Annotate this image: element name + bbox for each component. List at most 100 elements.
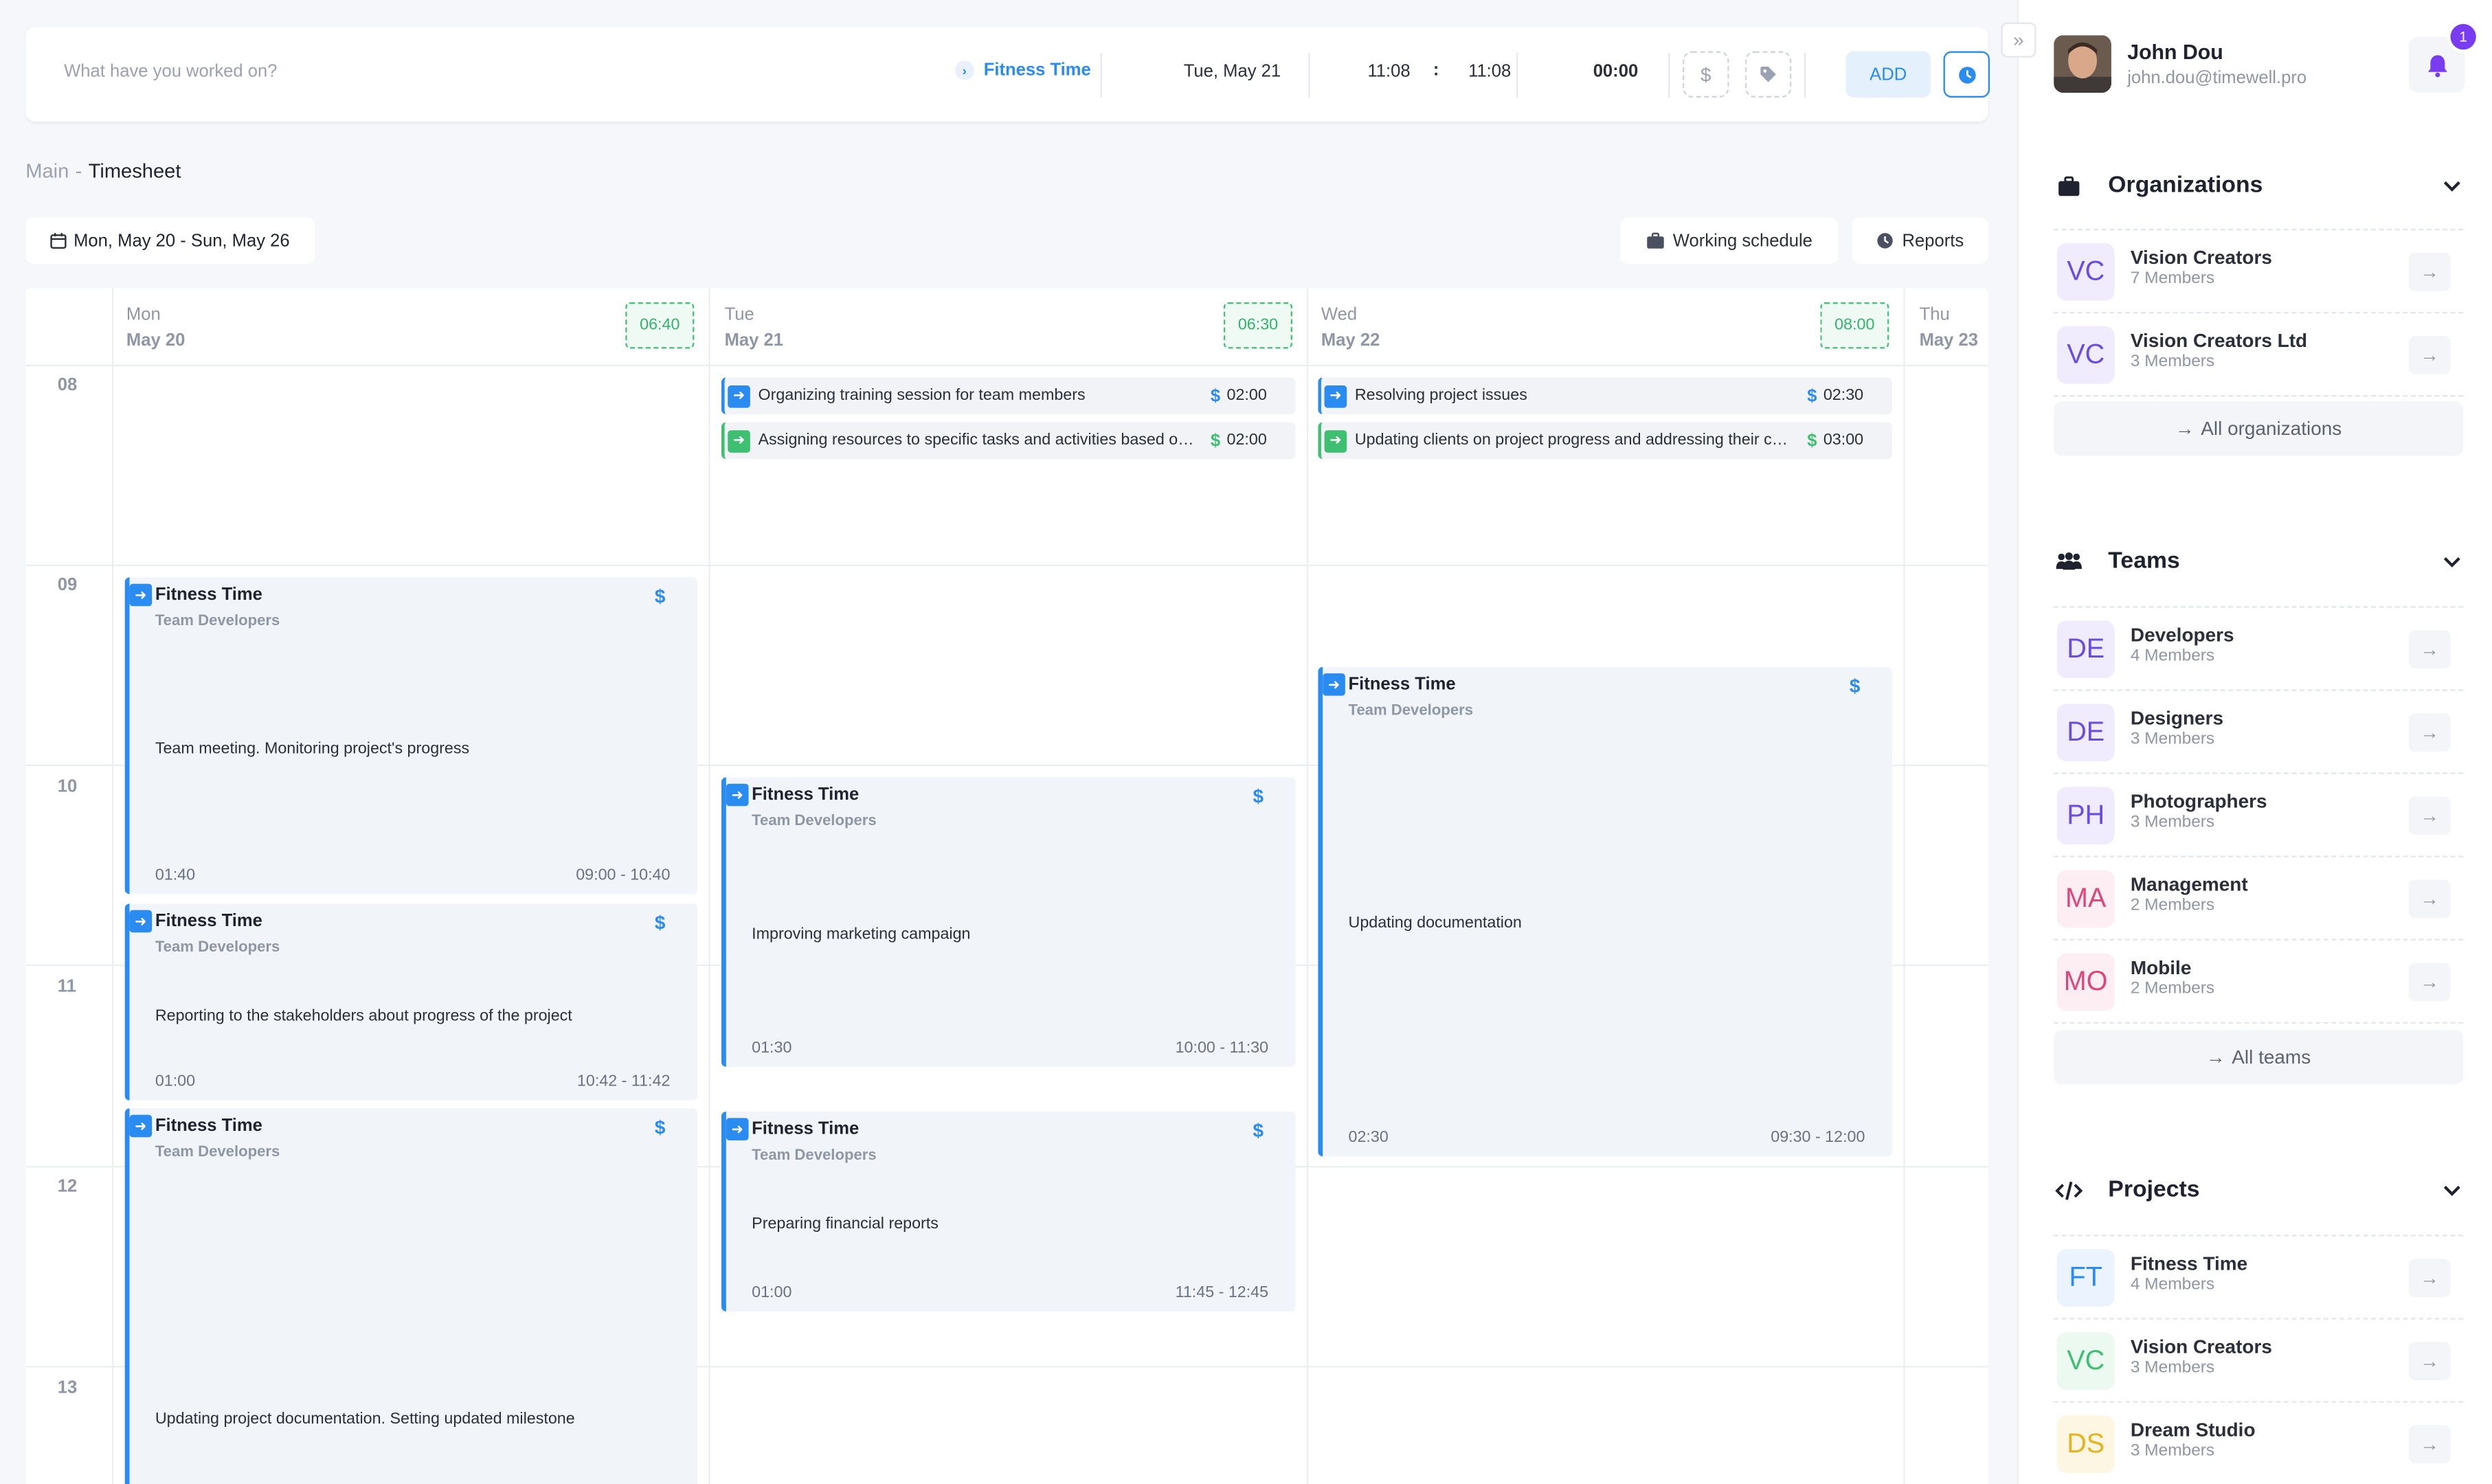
section-title: Projects <box>2108 1177 2200 1203</box>
arrow-right-icon[interactable]: → <box>2408 1342 2451 1381</box>
avatar[interactable] <box>2054 35 2111 93</box>
arrow-right-icon[interactable]: → <box>2408 796 2451 835</box>
breadcrumb: Main - Timesheet <box>25 160 181 183</box>
briefcase-icon <box>1646 232 1664 249</box>
initials-avatar: DS <box>2056 1415 2115 1474</box>
grid-line <box>708 288 710 1484</box>
member-count: 3 Members <box>2130 352 2215 372</box>
double-chevron-right-icon: » <box>2013 28 2024 52</box>
reports-label: Reports <box>1902 231 1964 251</box>
timer-mode-button[interactable] <box>1943 51 1990 98</box>
time-entry-block[interactable]: ➜ Fitness Time Team Developers $ Updatin… <box>1318 666 1893 1157</box>
day-date: May 21 <box>724 330 784 350</box>
chevron-down-icon <box>2443 556 2460 567</box>
project-item[interactable]: DS Dream Studio 3 Members → <box>2054 1403 2463 1484</box>
entry-duration: 02:00 <box>1226 431 1267 450</box>
day-date: May 20 <box>126 330 186 350</box>
team-item[interactable]: MO Mobile 2 Members → <box>2054 941 2464 1024</box>
day-date: May 23 <box>1919 330 1979 350</box>
member-count: 3 Members <box>2130 1358 2215 1378</box>
member-count: 2 Members <box>2130 895 2215 915</box>
entry-description: Updating documentation <box>1348 914 1522 933</box>
time-entry-block[interactable]: ➜ Fitness Time Team Developers $ Improvi… <box>721 777 1296 1067</box>
project-selector[interactable]: › Fitness Time <box>954 60 1091 80</box>
entry-description: Preparing financial reports <box>752 1215 939 1233</box>
arrow-right-icon[interactable]: → <box>2408 252 2451 291</box>
collapse-sidebar-button[interactable]: » <box>2001 22 2036 58</box>
arrow-right-icon[interactable]: → <box>2408 713 2451 752</box>
all-teams-button[interactable]: → All teams <box>2054 1030 2464 1085</box>
dollar-icon: $ <box>1253 1119 1264 1143</box>
time-entry-block[interactable]: ➜ Fitness Time Team Developers $ Updatin… <box>124 1108 698 1484</box>
arrow-right-icon[interactable]: → <box>2408 335 2451 374</box>
organizations-header[interactable]: Organizations <box>2054 166 2463 205</box>
date-picker[interactable]: Tue, May 21 <box>1184 63 1281 82</box>
section-title: Teams <box>2108 548 2180 574</box>
arrow-right-icon[interactable]: → <box>2408 630 2451 669</box>
start-time-input[interactable]: 11:08 <box>1367 63 1410 82</box>
grid-line <box>25 364 1988 367</box>
time-entry-pill[interactable]: ➜ Updating clients on project progress a… <box>1318 422 1893 460</box>
all-organizations-button[interactable]: → All organizations <box>2054 401 2464 456</box>
time-entry-pill[interactable]: ➜ Resolving project issues $ 02:30 <box>1318 377 1893 414</box>
time-entry-block[interactable]: ➜ Fitness Time Team Developers $ Team me… <box>124 577 698 895</box>
time-entry-pill[interactable]: ➜ Organizing training session for team m… <box>721 377 1296 414</box>
notification-count-badge: 1 <box>2447 21 2480 53</box>
day-total-badge: 06:40 <box>625 302 695 349</box>
right-sidebar: John Dou john.dou@timewell.pro 1 Organiz… <box>2017 0 2492 1484</box>
arrow-right-icon[interactable]: → <box>2408 1259 2451 1298</box>
arrow-right-icon: ➜ <box>129 1114 153 1138</box>
user-name: John Dou <box>2127 40 2223 65</box>
working-schedule-label: Working schedule <box>1672 231 1812 251</box>
chevron-down-icon <box>2443 1185 2460 1196</box>
date-range-picker[interactable]: Mon, May 20 - Sun, May 26 <box>25 217 315 265</box>
team-item[interactable]: PH Photographers 3 Members → <box>2054 774 2464 857</box>
end-time-input[interactable]: 11:08 <box>1468 63 1511 82</box>
project-item[interactable]: VC Vision Creators 3 Members → <box>2054 1320 2464 1403</box>
organization-item[interactable]: VC Vision Creators Ltd 3 Members → <box>2054 313 2464 397</box>
time-separator: : <box>1433 60 1439 80</box>
arrow-right-icon[interactable]: → <box>2408 963 2451 1002</box>
dollar-icon: $ <box>1807 431 1817 451</box>
arrow-right-icon[interactable]: → <box>2408 879 2451 919</box>
teams-header[interactable]: Teams <box>2054 542 2463 581</box>
member-count: 3 Members <box>2130 729 2215 749</box>
organization-item[interactable]: VC Vision Creators 7 Members → <box>2054 230 2464 314</box>
add-button[interactable]: ADD <box>1845 51 1931 98</box>
divider <box>1100 52 1102 98</box>
arrow-right-icon: ➜ <box>1324 384 1347 407</box>
team-item[interactable]: DE Designers 3 Members → <box>2054 691 2464 774</box>
team-item[interactable]: DE Developers 4 Members → <box>2054 608 2464 691</box>
item-name: Fitness Time <box>2130 1252 2248 1275</box>
task-description-input[interactable]: What have you worked on? <box>64 63 277 82</box>
project-name: Fitness Time <box>983 60 1091 80</box>
clock-icon <box>1958 66 1975 83</box>
tag-button[interactable] <box>1744 51 1792 98</box>
item-name: Photographers <box>2130 790 2267 813</box>
time-entry-pill[interactable]: ➜ Assigning resources to specific tasks … <box>721 422 1296 460</box>
working-schedule-button[interactable]: Working schedule <box>1620 217 1838 265</box>
entry-project: Fitness Time <box>155 911 262 931</box>
member-count: 2 Members <box>2130 978 2215 998</box>
entry-team: Team Developers <box>1348 701 1474 720</box>
divider <box>1308 52 1310 98</box>
item-name: Dream Studio <box>2130 1418 2256 1441</box>
user-photo <box>2054 35 2111 93</box>
time-entry-block[interactable]: ➜ Fitness Time Team Developers $ Reporti… <box>124 903 698 1101</box>
time-entry-block[interactable]: ➜ Fitness Time Team Developers $ Prepari… <box>721 1111 1296 1312</box>
hour-label: 10 <box>57 777 78 797</box>
project-item[interactable]: FT Fitness Time 4 Members → <box>2054 1237 2464 1320</box>
billable-toggle[interactable]: $ <box>1683 51 1729 98</box>
grid-line <box>1306 288 1309 1484</box>
team-item[interactable]: MA Management 2 Members → <box>2054 857 2464 941</box>
day-name: Tue <box>724 305 754 325</box>
projects-header[interactable]: Projects <box>2054 1171 2463 1209</box>
entry-text: Resolving project issues <box>1354 387 1527 405</box>
breadcrumb-main[interactable]: Main <box>25 160 69 183</box>
reports-button[interactable]: Reports <box>1852 217 1988 265</box>
arrow-right-icon[interactable]: → <box>2408 1425 2451 1464</box>
main-area: What have you worked on? › Fitness Time … <box>0 0 2017 1484</box>
date-range-label: Mon, May 20 - Sun, May 26 <box>74 231 290 251</box>
initials-avatar: FT <box>2056 1249 2115 1307</box>
entry-project: Fitness Time <box>155 1116 262 1136</box>
